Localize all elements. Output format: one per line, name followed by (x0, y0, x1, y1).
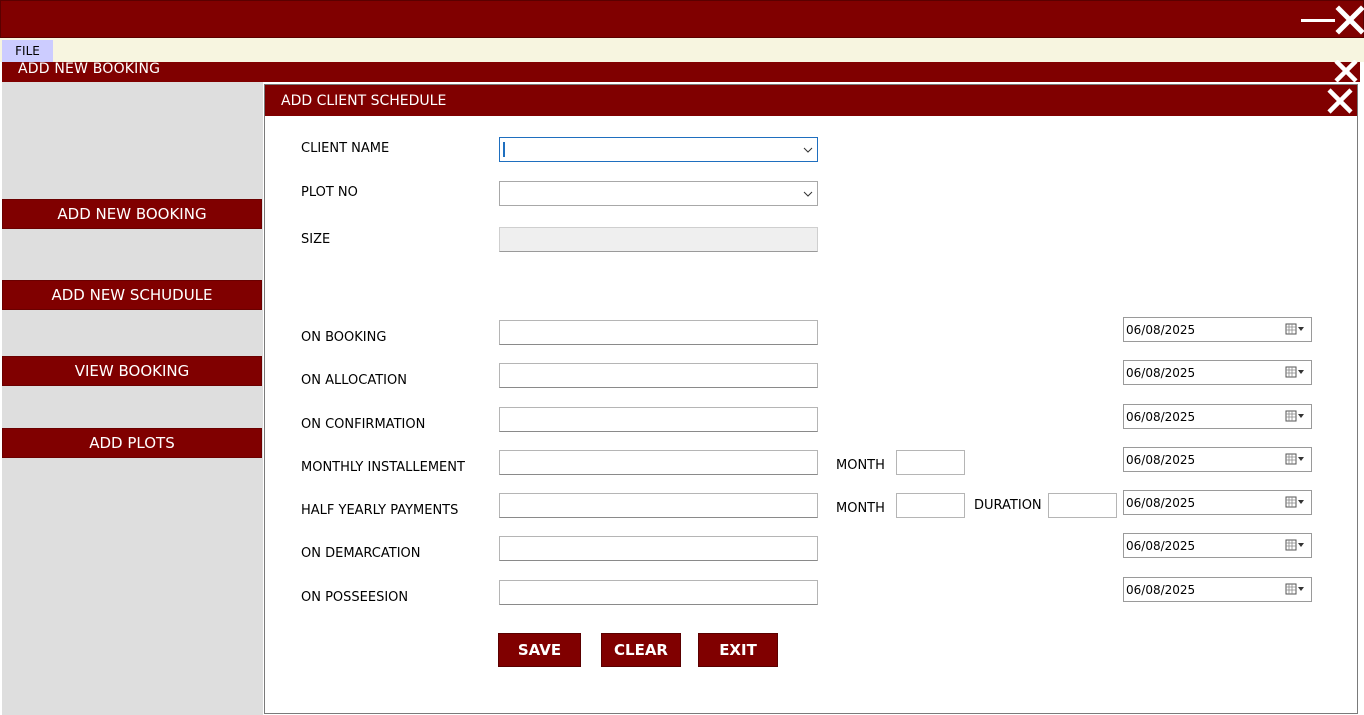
date-value: 06/08/2025 (1126, 410, 1196, 424)
sidebar-item-view-booking[interactable]: VIEW BOOKING (2, 356, 262, 386)
on-possession-input[interactable] (499, 580, 818, 605)
app-titlebar (0, 0, 1364, 38)
calendar-icon (1285, 323, 1304, 335)
sidebar: ADD NEW BOOKING ADD NEW SCHUDULE VIEW BO… (2, 82, 263, 715)
minimize-icon (1301, 19, 1335, 22)
calendar-icon (1285, 410, 1304, 422)
size-field (499, 227, 818, 252)
date-value: 06/08/2025 (1126, 366, 1196, 380)
sidebar-item-add-new-schedule[interactable]: ADD NEW SCHUDULE (2, 280, 262, 310)
calendar-icon (1285, 366, 1304, 378)
schedule-close-button[interactable] (1325, 86, 1355, 116)
monthly-installment-input[interactable] (499, 450, 818, 475)
date-value: 06/08/2025 (1126, 453, 1196, 467)
plot-no-dropdown[interactable] (499, 181, 818, 206)
save-button[interactable]: SAVE (498, 633, 581, 667)
monthly-installment-label: MONTHLY INSTALLEMENT (301, 460, 465, 475)
half-yearly-input[interactable] (499, 493, 818, 518)
date-value: 06/08/2025 (1126, 539, 1196, 553)
menu-bar: FILE (0, 38, 1364, 62)
sidebar-item-add-new-booking[interactable]: ADD NEW BOOKING (2, 199, 262, 229)
on-booking-date-picker[interactable]: 06/08/2025 (1123, 317, 1312, 342)
half-yearly-month-input[interactable] (896, 493, 965, 518)
on-booking-input[interactable] (499, 320, 818, 345)
half-yearly-date-picker[interactable]: 06/08/2025 (1123, 490, 1312, 515)
close-icon (1334, 59, 1358, 83)
on-demarcation-input[interactable] (499, 536, 818, 561)
on-confirmation-input[interactable] (499, 407, 818, 432)
calendar-icon (1285, 583, 1304, 595)
calendar-icon (1285, 539, 1304, 551)
close-icon (1327, 88, 1353, 114)
exit-button[interactable]: EXIT (698, 633, 778, 667)
schedule-window-title: ADD CLIENT SCHEDULE (281, 93, 447, 109)
date-value: 06/08/2025 (1126, 496, 1196, 510)
on-possession-date-picker[interactable]: 06/08/2025 (1123, 577, 1312, 602)
schedule-window-header: ADD CLIENT SCHEDULE (265, 85, 1357, 116)
sidebar-item-add-plots[interactable]: ADD PLOTS (2, 428, 262, 458)
on-confirmation-label: ON CONFIRMATION (301, 417, 426, 432)
clear-button[interactable]: CLEAR (601, 633, 681, 667)
schedule-window: ADD CLIENT SCHEDULE CLIENT NAME PLOT NO … (264, 84, 1358, 714)
on-possession-label: ON POSSEESION (301, 590, 409, 605)
close-app-button[interactable] (1335, 5, 1364, 35)
booking-close-button[interactable] (1332, 59, 1360, 83)
chevron-down-icon (803, 147, 813, 153)
monthly-month-input[interactable] (896, 450, 965, 475)
client-name-dropdown[interactable] (499, 137, 818, 162)
half-yearly-duration-label: DURATION (974, 498, 1042, 513)
on-allocation-label: ON ALLOCATION (301, 373, 407, 388)
chevron-down-icon (803, 191, 813, 197)
file-menu[interactable]: FILE (2, 40, 53, 62)
minimize-button[interactable] (1301, 9, 1335, 31)
on-demarcation-label: ON DEMARCATION (301, 546, 421, 561)
monthly-installment-date-picker[interactable]: 06/08/2025 (1123, 447, 1312, 472)
on-allocation-date-picker[interactable]: 06/08/2025 (1123, 360, 1312, 385)
half-yearly-month-label: MONTH (836, 501, 885, 516)
booking-window-title: ADD NEW BOOKING (18, 61, 161, 77)
calendar-icon (1285, 496, 1304, 508)
half-yearly-duration-input[interactable] (1048, 493, 1117, 518)
close-icon (1335, 5, 1364, 35)
date-value: 06/08/2025 (1126, 583, 1196, 597)
monthly-month-label: MONTH (836, 458, 885, 473)
half-yearly-label: HALF YEARLY PAYMENTS (301, 503, 459, 518)
text-caret (503, 142, 505, 157)
on-booking-label: ON BOOKING (301, 330, 387, 345)
plot-no-label: PLOT NO (301, 185, 358, 200)
on-demarcation-date-picker[interactable]: 06/08/2025 (1123, 533, 1312, 558)
booking-window-header: ADD NEW BOOKING (2, 59, 1360, 83)
date-value: 06/08/2025 (1126, 323, 1196, 337)
calendar-icon (1285, 453, 1304, 465)
on-confirmation-date-picker[interactable]: 06/08/2025 (1123, 404, 1312, 429)
size-label: SIZE (301, 232, 331, 247)
on-allocation-input[interactable] (499, 363, 818, 388)
client-name-label: CLIENT NAME (301, 141, 390, 156)
